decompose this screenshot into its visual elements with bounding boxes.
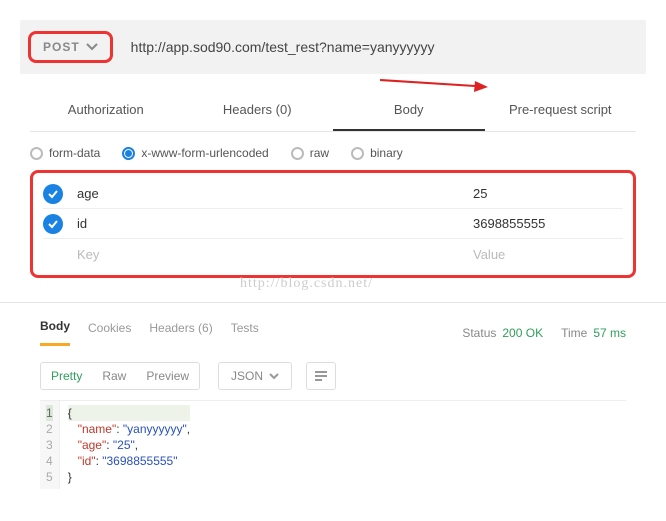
param-value-input[interactable]: 25	[473, 186, 623, 201]
radio-urlencoded-label: x-www-form-urlencoded	[141, 146, 268, 160]
code-body[interactable]: { "name": "yanyyyyyy", "age": "25", "id"…	[60, 401, 198, 489]
chevron-down-icon	[269, 373, 279, 380]
param-value-input[interactable]: Value	[473, 247, 623, 262]
code-key: "age"	[78, 438, 107, 452]
view-pretty-button[interactable]: Pretty	[41, 363, 92, 389]
format-dropdown[interactable]: JSON	[218, 362, 292, 390]
time-label: Time	[561, 326, 587, 340]
http-method-label: POST	[43, 40, 80, 54]
view-mode-group: Pretty Raw Preview	[40, 362, 200, 390]
code-key: "name"	[78, 422, 117, 436]
code-value: "yanyyyyyy"	[123, 422, 187, 436]
param-key-input[interactable]: id	[77, 216, 459, 231]
resp-tab-headers[interactable]: Headers (6)	[149, 321, 212, 345]
time-value: 57 ms	[593, 326, 626, 340]
tab-prerequest[interactable]: Pre-request script	[485, 92, 637, 131]
tab-authorization[interactable]: Authorization	[30, 92, 182, 131]
response-meta: Status 200 OK Time 57 ms	[462, 326, 626, 340]
param-check-icon[interactable]	[43, 244, 63, 264]
wrap-icon	[314, 370, 328, 382]
radio-form-data[interactable]: form-data	[30, 146, 100, 160]
param-key-input[interactable]: Key	[77, 247, 459, 262]
param-check-icon[interactable]	[43, 184, 63, 204]
watermark-text: http://blog.csdn.net/	[240, 276, 373, 292]
status-label: Status	[462, 326, 496, 340]
radio-urlencoded[interactable]: x-www-form-urlencoded	[122, 146, 268, 160]
param-key-input[interactable]: age	[77, 186, 459, 201]
response-section: Body Cookies Headers (6) Tests Status 20…	[40, 319, 626, 489]
response-tabs: Body Cookies Headers (6) Tests Status 20…	[40, 319, 626, 346]
body-params-box: age 25 id 3698855555 Key Value	[30, 170, 636, 278]
radio-binary-label: binary	[370, 146, 403, 160]
view-raw-button[interactable]: Raw	[92, 363, 136, 389]
param-value-input[interactable]: 3698855555	[473, 216, 623, 231]
response-view-row: Pretty Raw Preview JSON	[40, 362, 626, 390]
radio-raw[interactable]: raw	[291, 146, 329, 160]
radio-form-data-label: form-data	[49, 146, 100, 160]
resp-tab-cookies[interactable]: Cookies	[88, 321, 131, 345]
code-value: "25"	[113, 438, 135, 452]
param-row: age 25	[43, 179, 623, 209]
code-value: "3698855555"	[102, 454, 177, 468]
radio-raw-label: raw	[310, 146, 329, 160]
code-key: "id"	[78, 454, 96, 468]
tab-body[interactable]: Body	[333, 92, 485, 131]
tab-headers[interactable]: Headers (0)	[182, 92, 334, 131]
view-preview-button[interactable]: Preview	[136, 363, 199, 389]
code-gutter: 12345	[40, 401, 60, 489]
param-row-empty: Key Value	[43, 239, 623, 269]
code-line: }	[68, 470, 72, 484]
wrap-toggle-button[interactable]	[306, 362, 336, 390]
status-value: 200 OK	[502, 326, 543, 340]
http-method-dropdown[interactable]: POST	[28, 31, 113, 63]
code-line: {	[68, 406, 72, 420]
radio-binary[interactable]: binary	[351, 146, 403, 160]
request-bar: POST	[20, 20, 646, 74]
request-url-input[interactable]	[131, 39, 638, 55]
chevron-down-icon	[86, 43, 98, 51]
request-tabs: Authorization Headers (0) Body Pre-reque…	[30, 92, 636, 132]
section-divider	[0, 302, 666, 303]
resp-tab-tests[interactable]: Tests	[231, 321, 259, 345]
param-check-icon[interactable]	[43, 214, 63, 234]
resp-tab-body[interactable]: Body	[40, 319, 70, 346]
param-row: id 3698855555	[43, 209, 623, 239]
format-label: JSON	[231, 369, 263, 383]
response-code-viewer: 12345 { "name": "yanyyyyyy", "age": "25"…	[40, 400, 626, 489]
body-type-row: form-data x-www-form-urlencoded raw bina…	[30, 146, 636, 160]
